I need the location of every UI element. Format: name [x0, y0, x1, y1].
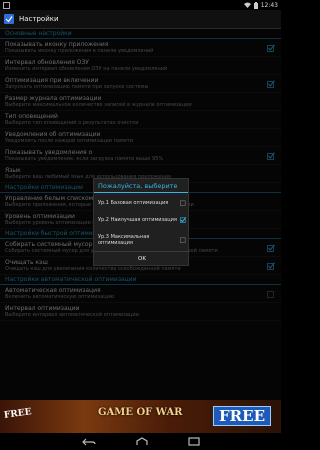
level-option[interactable]: Ур.2 Наилучшая оптимизация [94, 217, 190, 223]
dialog-title: Пожалуйста, выберите [94, 179, 188, 193]
level-option[interactable]: Ур.3 Максимальная оптимизация [94, 234, 190, 246]
level-option[interactable]: Ур.1 Базовая оптимизация [94, 200, 190, 206]
banner-free-left: FREE [3, 407, 33, 421]
level-option-label: Ур.3 Максимальная оптимизация [98, 234, 150, 247]
home-icon[interactable] [135, 437, 148, 446]
navigation-bar [0, 433, 281, 450]
banner-free-right: FREE [213, 406, 271, 426]
banner-title: GAME OF WAR [98, 407, 183, 418]
level-dialog: Пожалуйста, выберите Ур.1 Базовая оптими… [93, 178, 190, 266]
level-option-label: Ур.1 Базовая оптимизация [98, 199, 169, 206]
option-checkbox-icon[interactable] [180, 237, 186, 244]
action-bar: Настройки [0, 10, 281, 29]
clock: 12:43 [260, 1, 278, 9]
battery-icon [253, 1, 258, 9]
ok-button[interactable]: OK [94, 251, 190, 265]
system-icons: 12:43 [243, 1, 278, 9]
ad-banner[interactable]: FREE GAME OF WAR FREE [0, 400, 281, 433]
app-icon[interactable] [4, 14, 14, 24]
option-checkbox-icon[interactable] [180, 200, 186, 206]
back-icon[interactable] [81, 438, 96, 446]
option-checkbox-icon[interactable] [180, 217, 186, 223]
status-bar: 12:43 [0, 0, 281, 10]
recent-apps-icon[interactable] [187, 437, 200, 446]
wifi-icon [243, 2, 251, 8]
page-title: Настройки [19, 15, 59, 23]
notification-icon [3, 1, 10, 9]
level-option-label: Ур.2 Наилучшая оптимизация [98, 216, 177, 223]
